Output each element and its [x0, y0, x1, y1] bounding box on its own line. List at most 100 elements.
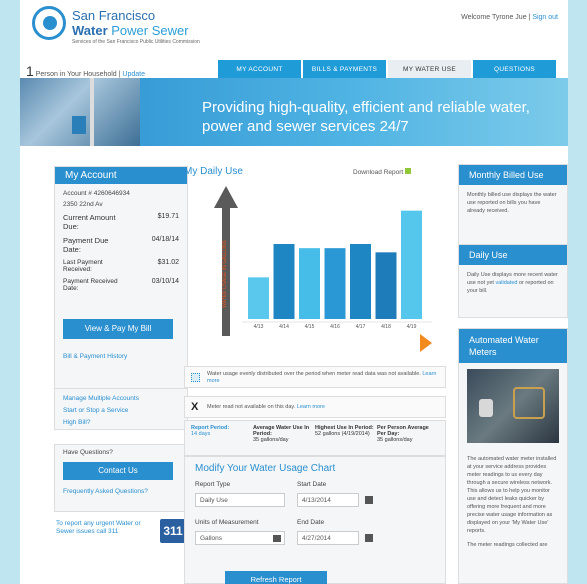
daily-use-info-panel: Daily Use Daily Use displays more recent…	[458, 244, 568, 318]
account-address: 2350 22nd Av	[63, 201, 103, 208]
page: San Francisco Water Power Sewer Services…	[20, 0, 568, 584]
welcome-text: Welcome Tyrone Jue | Sign out	[461, 14, 558, 21]
current-amount-label: Current Amount Due:	[63, 213, 116, 231]
monthly-billed-title: Monthly Billed Use	[459, 165, 567, 185]
start-date-field[interactable]: 4/13/2014	[297, 493, 359, 507]
last-payment-label: Last Payment Received:	[63, 259, 103, 273]
banner-photo	[20, 78, 140, 146]
report-type-field[interactable]: Daily Use	[195, 493, 285, 507]
stat-average-use-value: 35 gallons/day	[253, 437, 289, 443]
y-axis-label: WATER USAGE IN GALLONS	[222, 239, 228, 307]
end-date-field[interactable]: 4/27/2014	[297, 531, 359, 545]
banner-text: Providing high-quality, efficient and re…	[202, 99, 530, 135]
view-pay-bill-button[interactable]: View & Pay My Bill	[63, 319, 173, 339]
start-stop-service-link[interactable]: Start or Stop a Service	[63, 405, 179, 417]
start-calendar-icon[interactable]	[365, 496, 373, 504]
bar-value-label: 36	[358, 238, 364, 243]
modify-chart-title: Modify Your Water Usage Chart	[195, 463, 336, 474]
refresh-report-button[interactable]: Refresh Report	[225, 571, 327, 584]
account-links: Manage Multiple Accounts Start or Stop a…	[54, 388, 188, 430]
meter-not-read-note: X Meter read not available on this day. …	[184, 396, 446, 418]
download-report-link[interactable]: Download Report	[353, 168, 412, 176]
not-read-mark: X	[191, 401, 199, 413]
my-account-panel: My Account Account # 4260646934 2350 22n…	[54, 166, 188, 390]
report-issue-link[interactable]: To report any urgent Water or Sewer issu…	[56, 520, 156, 536]
x-tick-label: 4/13	[254, 324, 264, 330]
account-number: Account # 4260646934	[63, 190, 130, 197]
tab-my-account[interactable]: MY ACCOUNT	[218, 60, 301, 78]
manage-accounts-link[interactable]: Manage Multiple Accounts	[63, 393, 179, 405]
brand-power-sewer: Power Sewer	[111, 23, 189, 38]
daily-use-info-title: Daily Use	[459, 245, 567, 265]
x-tick-label: 4/18	[381, 324, 391, 330]
stat-per-person-title: Per Person Average Per Day:	[377, 425, 429, 437]
bar-value-label: 36	[281, 238, 287, 243]
end-date-label: End Date	[297, 519, 325, 526]
high-bill-link[interactable]: High Bill?	[63, 417, 179, 429]
bar-4/14	[273, 244, 295, 319]
x-tick-label: 4/14	[279, 324, 289, 330]
modify-chart-panel: Modify Your Water Usage Chart Report Typ…	[184, 456, 446, 584]
questions-heading: Have Questions?	[63, 449, 113, 456]
monthly-billed-text: Monthly billed use displays the water us…	[467, 192, 557, 214]
stat-highest-use: Highest Use In Period: 52 gallons (4/19/2…	[315, 425, 377, 451]
brand-line2: Water Power Sewer	[72, 23, 189, 38]
x-tick-label: 4/16	[330, 324, 340, 330]
faq-link[interactable]: Frequently Asked Questions?	[63, 488, 179, 495]
signout-link[interactable]: Sign out	[532, 14, 558, 21]
units-label: Units of Measurement	[195, 519, 259, 526]
stat-average-use-title: Average Water Use In Period:	[253, 425, 310, 437]
payment-received-value: 03/10/14	[151, 278, 179, 285]
payment-received-label: Payment Received Date:	[63, 278, 118, 292]
stat-per-person-value: 35 gallons/day	[377, 437, 413, 443]
bar-4/17	[350, 244, 371, 319]
estimated-usage-text: Water usage evenly distributed over the …	[207, 371, 421, 377]
units-select[interactable]: Gallons	[195, 531, 285, 545]
payment-due-value: 04/18/14	[151, 236, 179, 243]
bar-value-label: 52	[409, 205, 415, 210]
download-icon	[405, 168, 412, 174]
stat-per-person: Per Person Average Per Day: 35 gallons/da…	[377, 425, 439, 451]
tab-questions[interactable]: QUESTIONS	[473, 60, 556, 78]
tab-my-water-use[interactable]: MY WATER USE	[388, 60, 471, 78]
next-period-arrow-icon	[420, 334, 432, 352]
last-payment-value: $31.02	[157, 259, 179, 266]
monthly-billed-panel: Monthly Billed Use Monthly billed use di…	[458, 164, 568, 248]
x-tick-label: 4/19	[407, 324, 417, 330]
estimated-usage-swatch	[191, 373, 200, 382]
last-payment-row: Last Payment Received: $31.02	[55, 259, 187, 273]
brand-water: Water	[72, 23, 108, 38]
household-info: 1 Person in Your Household | Update	[26, 63, 145, 79]
not-read-text: Meter read not available on this day.	[207, 404, 296, 410]
daily-use-info-text: Daily Use displays more recent water use…	[459, 265, 567, 301]
not-read-learn-more-link[interactable]: Learn more	[297, 404, 325, 410]
report-type-label: Report Type	[195, 481, 231, 488]
validated-link[interactable]: validated	[495, 280, 517, 286]
logo[interactable]: San Francisco Water Power Sewer Services…	[32, 6, 212, 46]
stat-highest-use-value: 52 gallons (4/19/2014)	[315, 431, 370, 437]
contact-us-button[interactable]: Contact Us	[63, 462, 173, 480]
current-amount-value: $19.71	[157, 213, 179, 220]
x-tick-label: 4/15	[305, 324, 315, 330]
daily-use-chart: WATER USAGE IN GALLONS 20 4/13 36 4/14 34 4/15…	[214, 186, 432, 352]
bar-value-label: 32	[383, 246, 389, 251]
tab-bills-payments[interactable]: BILLS & PAYMENTS	[303, 60, 386, 78]
automated-meters-text: The automated water meter installed at y…	[467, 456, 557, 534]
household-update-link[interactable]: Update	[122, 71, 145, 78]
311-badge[interactable]: 311	[160, 519, 186, 543]
logo-drop-icon	[32, 6, 66, 40]
automated-meters-title: Automated Water Meters	[459, 329, 567, 363]
download-report-label: Download Report	[353, 169, 404, 176]
questions-panel: Have Questions? Contact Us Frequently As…	[54, 444, 188, 512]
payment-due-label: Payment Due Date:	[63, 236, 109, 254]
current-amount-row: Current Amount Due: $19.71	[55, 213, 187, 231]
payment-due-row: Payment Due Date: 04/18/14	[55, 236, 187, 254]
stat-average-use: Average Water Use In Period: 35 gallons/d…	[253, 425, 315, 451]
bar-4/19	[401, 210, 422, 319]
usage-stats: Report Period: 14 days Average Water Use …	[184, 420, 446, 456]
brand-sub: Services of the San Francisco Public Uti…	[72, 39, 200, 45]
household-label: Person in Your Household |	[35, 71, 121, 78]
end-calendar-icon[interactable]	[365, 534, 373, 542]
bill-history-link[interactable]: Bill & Payment History	[63, 353, 127, 360]
y-axis-arrow-icon	[214, 186, 238, 208]
